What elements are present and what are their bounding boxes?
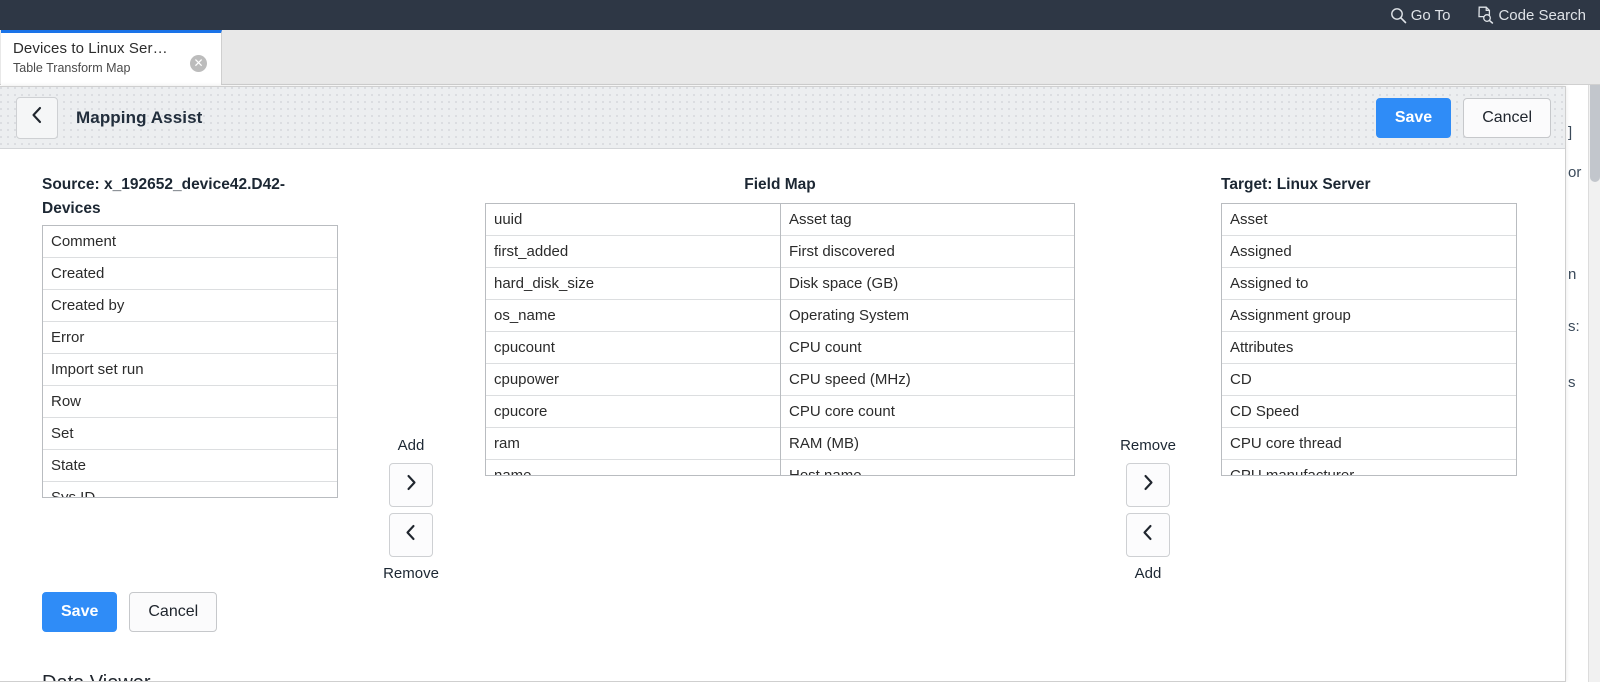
table-row[interactable]: CPU core count <box>781 396 1074 428</box>
bg-fragment: s <box>1568 374 1576 391</box>
remove-label: Remove <box>1103 435 1193 457</box>
chevron-left-icon <box>30 106 45 129</box>
tab-subtitle: Table Transform Map <box>13 60 211 77</box>
list-item[interactable]: Assigned <box>1222 236 1516 268</box>
go-to-label: Go To <box>1411 7 1451 24</box>
table-row[interactable]: CPU count <box>781 332 1074 364</box>
cancel-button-footer[interactable]: Cancel <box>129 592 217 632</box>
target-column: Target: Linux Server Asset Assigned Assi… <box>1221 173 1517 476</box>
data-viewer-heading: Data Viewer <box>42 672 151 682</box>
code-search-label: Code Search <box>1498 7 1586 24</box>
remove-label: Remove <box>366 563 456 585</box>
add-label: Add <box>1103 563 1193 585</box>
app-root: ] or n s: s Go To <box>0 0 1600 682</box>
list-item[interactable]: Import set run <box>43 354 337 386</box>
list-item[interactable]: Attributes <box>1222 332 1516 364</box>
search-icon <box>1390 7 1407 24</box>
bg-fragment: s: <box>1568 318 1580 335</box>
remove-field-button[interactable] <box>389 513 433 557</box>
save-button-header[interactable]: Save <box>1376 98 1451 138</box>
table-row[interactable]: Asset tag <box>781 204 1074 236</box>
table-row[interactable]: first_added <box>486 236 780 268</box>
field-map-column: Field Map uuid first_added hard_disk_siz… <box>485 173 1075 476</box>
list-item[interactable]: Assignment group <box>1222 300 1516 332</box>
source-field-list[interactable]: Comment Created Created by Error Import … <box>42 225 338 498</box>
back-button[interactable] <box>16 97 58 139</box>
field-map-target-column[interactable]: Asset tag First discovered Disk space (G… <box>780 204 1074 475</box>
field-map-list[interactable]: uuid first_added hard_disk_size os_name … <box>485 203 1075 476</box>
table-row[interactable]: Host name <box>781 460 1074 475</box>
top-navigation-bar: Go To Code Search <box>0 0 1600 30</box>
target-field-list[interactable]: Asset Assigned Assigned to Assignment gr… <box>1221 203 1517 476</box>
save-button-footer[interactable]: Save <box>42 592 117 632</box>
tab-title: Devices to Linux Ser… <box>13 39 188 59</box>
chevron-left-icon <box>404 524 418 546</box>
table-row[interactable]: hard_disk_size <box>486 268 780 300</box>
tab-strip: Devices to Linux Ser… Table Transform Ma… <box>0 30 1600 85</box>
add-target-button[interactable] <box>1126 513 1170 557</box>
panel-body: Source: x_192652_device42.D42-Devices Co… <box>0 149 1565 682</box>
list-item[interactable]: CD <box>1222 364 1516 396</box>
list-item[interactable]: Error <box>43 322 337 354</box>
add-label: Add <box>366 435 456 457</box>
close-icon[interactable]: ✕ <box>190 55 207 72</box>
table-row[interactable]: First discovered <box>781 236 1074 268</box>
code-search-icon <box>1476 6 1494 24</box>
bg-fragment: or <box>1568 164 1581 181</box>
cancel-button-header[interactable]: Cancel <box>1463 98 1551 138</box>
list-item[interactable]: Asset <box>1222 204 1516 236</box>
footer-actions: Save Cancel <box>42 592 217 632</box>
list-item[interactable]: Row <box>43 386 337 418</box>
code-search-button[interactable]: Code Search <box>1476 6 1586 24</box>
table-row[interactable]: name <box>486 460 780 475</box>
table-row[interactable]: RAM (MB) <box>781 428 1074 460</box>
go-to-button[interactable]: Go To <box>1390 7 1451 24</box>
list-item[interactable]: Set <box>43 418 337 450</box>
field-map-source-column[interactable]: uuid first_added hard_disk_size os_name … <box>486 204 780 475</box>
table-row[interactable]: cpucount <box>486 332 780 364</box>
table-row[interactable]: os_name <box>486 300 780 332</box>
target-transfer-controls: Remove Add <box>1103 435 1193 585</box>
chevron-right-icon <box>1141 474 1155 496</box>
table-row[interactable]: Disk space (GB) <box>781 268 1074 300</box>
list-item[interactable]: CPU manufacturer <box>1222 460 1516 476</box>
list-item[interactable]: CD Speed <box>1222 396 1516 428</box>
source-title: Source: x_192652_device42.D42-Devices <box>42 173 338 221</box>
list-item[interactable]: Created by <box>43 290 337 322</box>
list-item[interactable]: Created <box>43 258 337 290</box>
table-row[interactable]: CPU speed (MHz) <box>781 364 1074 396</box>
table-row[interactable]: cpucore <box>486 396 780 428</box>
list-item[interactable]: State <box>43 450 337 482</box>
source-transfer-controls: Add Remove <box>366 435 456 585</box>
chevron-right-icon <box>404 474 418 496</box>
table-row[interactable]: ram <box>486 428 780 460</box>
header-actions: Save Cancel <box>1376 98 1551 138</box>
list-item[interactable]: Sys ID <box>43 482 337 498</box>
panel-header: Mapping Assist Save Cancel <box>0 87 1565 149</box>
list-item[interactable]: Comment <box>43 226 337 258</box>
list-item[interactable]: Assigned to <box>1222 268 1516 300</box>
table-row[interactable]: Operating System <box>781 300 1074 332</box>
table-row[interactable]: uuid <box>486 204 780 236</box>
source-column: Source: x_192652_device42.D42-Devices Co… <box>42 173 338 498</box>
bg-fragment: n <box>1568 266 1576 283</box>
table-row[interactable]: cpupower <box>486 364 780 396</box>
remove-target-button[interactable] <box>1126 463 1170 507</box>
field-map-title: Field Map <box>485 173 1075 197</box>
mapping-assist-panel: Mapping Assist Save Cancel Source: x_192… <box>0 86 1566 682</box>
tab-devices-to-linux-server[interactable]: Devices to Linux Ser… Table Transform Ma… <box>1 30 222 85</box>
list-item[interactable]: CPU core thread <box>1222 428 1516 460</box>
bg-fragment: ] <box>1568 124 1572 141</box>
page-title: Mapping Assist <box>76 108 202 128</box>
target-title: Target: Linux Server <box>1221 173 1517 197</box>
chevron-left-icon <box>1141 524 1155 546</box>
page-scrollbar[interactable] <box>1588 30 1600 682</box>
add-field-button[interactable] <box>389 463 433 507</box>
